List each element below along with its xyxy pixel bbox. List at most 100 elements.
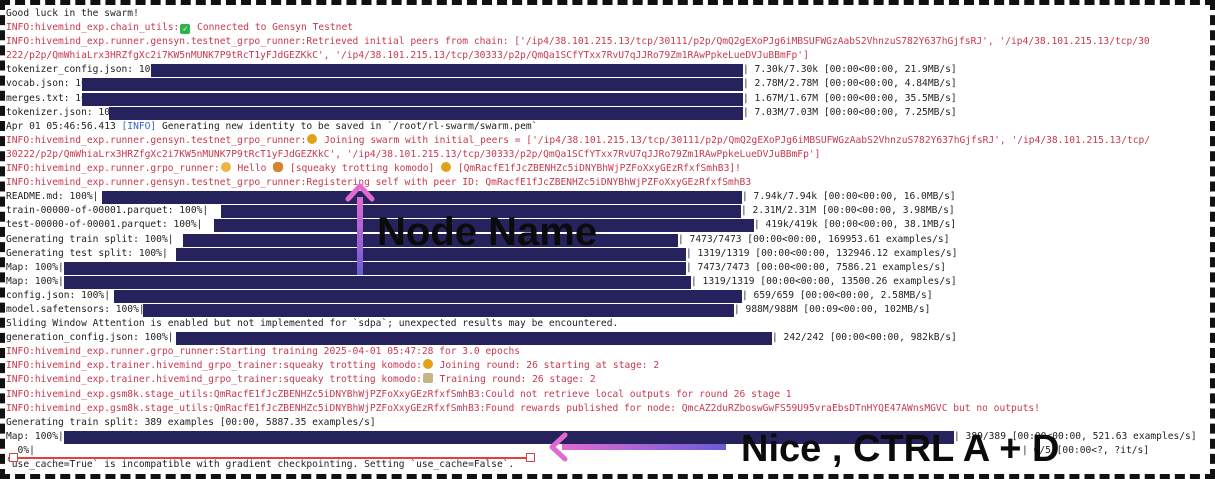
progress-bar-fill (64, 261, 686, 275)
log-prefix: INFO:hivemind_exp.runner.gensyn.testnet_… (6, 134, 307, 146)
log-prefix: INFO:hivemind_exp.trainer.hivemind_grpo_… (6, 360, 422, 372)
log-text: INFO:hivemind_exp.runner.grpo_runner:Sta… (6, 346, 521, 358)
log-text: INFO:hivemind_exp.runner.gensyn.testnet_… (6, 36, 1150, 48)
progress-label: README.md: 100%| (6, 191, 99, 203)
terminal-line: INFO:hivemind_exp.runner.grpo_runner:Sta… (6, 345, 1209, 359)
progress-label: config.json: 100%| (6, 289, 110, 301)
terminal-line: INFO:hivemind_exp.gsm8k.stage_utils:QmRa… (6, 388, 1209, 402)
bee-icon (307, 133, 318, 144)
check-icon: ✓ (180, 24, 191, 35)
progress-bar-fill (82, 92, 743, 106)
progress-label: model.safetensors: 100%| (6, 303, 145, 315)
progress-bar-fill (176, 332, 772, 346)
progress-stats: | 7473/7473 [00:00<00:00, 169953.61 exam… (678, 233, 950, 245)
log-message: Joining round: 26 starting at stage: 2 (433, 360, 660, 372)
log-message: Hello (231, 163, 273, 175)
progress-bar-fill (114, 289, 742, 303)
terminal-line: Generating test split: 100%| | 1319/1319 … (6, 247, 1209, 261)
log-text: Sliding Window Attention is enabled but … (6, 318, 619, 330)
progress-bar-fill (109, 106, 743, 120)
progress-label: Generating test split: 100%| (6, 247, 168, 259)
progress-stats: | 242/242 [00:00<00:00, 982kB/s] (772, 332, 957, 344)
log-prefix: INFO:hivemind_exp.chain_utils: (6, 22, 180, 34)
arrow-left-icon (549, 432, 726, 462)
arrow-up-icon (345, 183, 375, 275)
log-text: INFO:hivemind_exp.runner.gensyn.testnet_… (6, 177, 752, 189)
terminal-line: vocab.json: 100%| | 2.78M/2.78M [00:00<00… (6, 77, 1209, 92)
progress-stats: | 659/659 [00:00<00:00, 2.58MB/s] (742, 289, 933, 301)
terminal-line: model.safetensors: 100%| | 988M/988M [00:… (6, 303, 1209, 317)
log-prefix: INFO:hivemind_exp.trainer.hivemind_grpo_… (6, 374, 422, 386)
terminal-line: merges.txt: 100%| | 1.67M/1.67M [00:00<00… (6, 92, 1209, 106)
progress-label: Map: 100%| (6, 261, 64, 273)
progress-stats: | 1.67M/1.67M [00:00<00:00, 35.5MB/s] (743, 92, 957, 104)
ctrl-annotation: Nice , CTRL A + D (741, 428, 1060, 470)
selection-handle-right[interactable] (526, 453, 535, 462)
note-icon (422, 373, 433, 384)
log-prefix: INFO:hivemind_exp.runner.grpo_runner: (6, 163, 220, 175)
progress-label: tokenizer_config.json: 100%| (6, 64, 168, 76)
terminal-line: Sliding Window Attention is enabled but … (6, 317, 1209, 331)
log-text: INFO:hivemind_exp.gsm8k.stage_utils:QmRa… (6, 388, 792, 400)
terminal-line: INFO:hivemind_exp.runner.grpo_runner: He… (6, 162, 1209, 176)
progress-label: Map: 100%| (6, 430, 64, 442)
bee-icon (441, 162, 452, 173)
log-text: INFO:hivemind_exp.gsm8k.stage_utils:QmRa… (6, 402, 1040, 414)
terminal-line: INFO:hivemind_exp.runner.gensyn.testnet_… (6, 35, 1209, 49)
terminal-line: tokenizer.json: 100%| | 7.03M/7.03M [00:0… (6, 106, 1209, 120)
progress-bar-fill (64, 275, 691, 289)
log-timestamp: Apr 01 05:46:56.413 (6, 120, 122, 132)
terminal-output[interactable]: Good luck in the swarm! INFO:hivemind_exp… (6, 7, 1209, 471)
terminal-line: Generating train split: 100%| | 7473/7473… (6, 233, 1209, 247)
terminal-line: 222/p2p/QmWhiaLrx3HRZfgXc2i7KW5nMUNK7P9t… (6, 49, 1209, 63)
progress-stats: | 7473/7473 [00:00<00:00, 7586.21 exampl… (686, 261, 946, 273)
terminal-line: README.md: 100%| | 7.94k/7.94k [00:00<00:… (6, 190, 1209, 205)
terminal-line: Map: 100%| | 1319/1319 [00:00<00:00, 1350… (6, 275, 1209, 289)
log-text: Generating train split: 389 examples [00… (6, 416, 376, 428)
node-name-text: [squeaky trotting komodo] (284, 163, 441, 175)
progress-stats: | 2.31M/2.31M [00:00<00:00, 3.98MB/s] (741, 205, 955, 217)
terminal-line: Apr 01 05:46:56.413 [INFO] Generating ne… (6, 120, 1209, 134)
terminal-line: test-00000-of-00001.parquet: 100%| | 419k… (6, 218, 1209, 233)
log-message: Joining swarm with initial_peers = ['/ip… (318, 134, 1151, 146)
terminal-line: INFO:hivemind_exp.runner.gensyn.testnet_… (6, 133, 1209, 148)
progress-stats: | 1319/1319 [00:00<00:00, 132946.12 exam… (686, 247, 958, 259)
terminal-line: INFO:hivemind_exp.runner.gensyn.testnet_… (6, 176, 1209, 190)
terminal-line: 30222/p2p/QmWhiaLrx3HRZfgXc2i7KW5nMUNK7P… (6, 148, 1209, 162)
progress-label: Generating train split: 100%| (6, 233, 174, 245)
terminal-line: INFO:hivemind_exp.gsm8k.stage_utils:QmRa… (6, 402, 1209, 416)
progress-stats: | 1319/1319 [00:00<00:00, 13500.26 examp… (691, 275, 957, 287)
progress-stats: | 988M/988M [00:09<00:00, 102MB/s] (734, 303, 931, 315)
progress-stats: | 7.03M/7.03M [00:00<00:00, 7.25MB/s] (743, 106, 957, 118)
terminal-line: train-00000-of-00001.parquet: 100%| | 2.3… (6, 204, 1209, 219)
progress-label: test-00000-of-00001.parquet: 100%| (6, 219, 203, 231)
progress-stats: | 7.94k/7.94k [00:00<00:00, 16.0MB/s] (742, 191, 956, 203)
terminal-line: generation_config.json: 100%| | 242/242 [… (6, 331, 1209, 346)
tiger-icon (273, 162, 284, 173)
terminal-line: INFO:hivemind_exp.trainer.hivemind_grpo_… (6, 373, 1209, 387)
progress-label: Map: 100%| (6, 275, 64, 287)
terminal-line: INFO:hivemind_exp.chain_utils: ✓ Connecte… (6, 21, 1209, 35)
peer-id-text: [QmRacfE1fJcZBENHZc5iDNYBhWjPZFoXxyGEzRf… (452, 163, 741, 175)
log-text: 222/p2p/QmWhiaLrx3HRZfgXc2i7KW5nMUNK7P9t… (6, 50, 809, 62)
progress-stats: | 7.30k/7.30k [00:00<00:00, 21.9MB/s] (743, 64, 957, 76)
log-text: Good luck in the swarm! (6, 8, 139, 19)
progress-bar-fill (143, 303, 734, 317)
progress-bar-fill (102, 191, 742, 205)
terminal-line: Good luck in the swarm! (6, 7, 1209, 21)
progress-bar-fill (82, 78, 743, 92)
terminal-line: tokenizer_config.json: 100%| | 7.30k/7.30… (6, 63, 1209, 78)
terminal-line: Map: 100%| | 7473/7473 [00:00<00:00, 7586… (6, 261, 1209, 275)
terminal-line: INFO:hivemind_exp.trainer.hivemind_grpo_… (6, 359, 1209, 373)
node-name-annotation: Node Name (377, 210, 598, 254)
selection-handle-left[interactable] (9, 453, 18, 462)
log-level-tag: [INFO] (121, 120, 157, 132)
progress-bar-fill (151, 64, 743, 78)
log-message: Connected to Gensyn Testnet (191, 22, 354, 34)
log-text: 30222/p2p/QmWhiaLrx3HRZfgXc2i7KW5nMUNK7P… (6, 148, 821, 160)
progress-stats: | 2.78M/2.78M [00:00<00:00, 4.84MB/s] (743, 78, 957, 90)
terminal-line: config.json: 100%| | 659/659 [00:00<00:00… (6, 289, 1209, 303)
log-message: Generating new identity to be saved in `… (156, 120, 538, 132)
progress-label: generation_config.json: 100%| (6, 332, 174, 344)
progress-stats: | 419k/419k [00:00<00:00, 38.1MB/s] (754, 219, 957, 231)
